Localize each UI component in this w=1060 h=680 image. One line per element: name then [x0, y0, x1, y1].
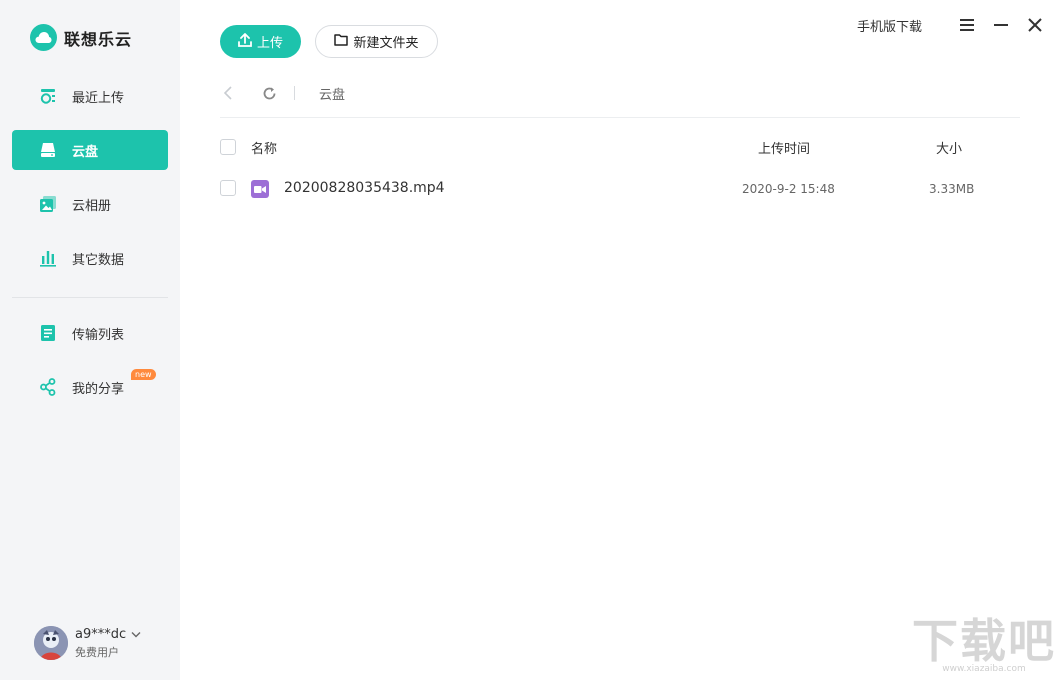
video-file-icon [251, 180, 269, 198]
new-folder-button[interactable]: 新建文件夹 [315, 25, 438, 58]
breadcrumb[interactable]: 云盘 [319, 84, 345, 103]
avatar[interactable] [34, 626, 68, 660]
sidebar-item-drive[interactable]: 云盘 [12, 130, 168, 170]
new-folder-label: 新建文件夹 [353, 36, 419, 51]
back-icon[interactable] [220, 85, 236, 101]
sidebar-item-album[interactable]: 云相册 [12, 184, 168, 224]
sidebar-item-label: 云相册 [72, 198, 112, 214]
sidebar-item-label: 其它数据 [72, 252, 125, 268]
sidebar-item-my-share[interactable]: 我的分享 new [12, 367, 168, 407]
sidebar-item-label: 我的分享 [72, 381, 125, 397]
watermark-text: 下载吧 [912, 614, 1056, 668]
file-size: 3.33MB [929, 182, 975, 196]
path-bar: 云盘 [220, 82, 345, 104]
column-header-size[interactable]: 大小 [936, 138, 962, 157]
mobile-download-link[interactable]: 手机版下载 [857, 16, 922, 35]
path-divider [294, 86, 295, 100]
user-name-row[interactable]: a9***dc [75, 627, 141, 642]
folder-icon [334, 33, 349, 50]
file-upload-time: 2020-9-2 15:48 [742, 182, 835, 196]
sidebar-item-label: 传输列表 [72, 327, 125, 343]
drive-icon [38, 140, 58, 160]
refresh-icon[interactable] [260, 84, 278, 102]
upload-icon [238, 32, 252, 51]
row-checkbox[interactable] [220, 180, 236, 196]
upload-button[interactable]: 上传 [220, 25, 301, 58]
window-controls: 手机版下载 [857, 14, 1046, 36]
sidebar-item-label: 最近上传 [72, 90, 125, 106]
share-icon [38, 377, 58, 397]
app-title: 联想乐云 [64, 29, 133, 49]
album-icon [38, 194, 58, 214]
cloud-logo-icon [30, 24, 57, 51]
watermark: 下载吧 www.xiazaiba.com [912, 618, 1056, 674]
sidebar-item-transfer-list[interactable]: 传输列表 [12, 313, 168, 353]
sidebar-divider [12, 297, 168, 298]
sidebar-item-label: 云盘 [72, 144, 99, 160]
sidebar: 联想乐云 最近上传 云盘 云相册 其它数据 传输列表 我的分享 new a9**… [0, 0, 180, 680]
column-header-name[interactable]: 名称 [251, 138, 277, 157]
user-profile[interactable]: a9***dc 免费用户 [34, 626, 141, 660]
close-icon[interactable] [1024, 14, 1046, 36]
new-badge: new [131, 369, 156, 380]
file-name[interactable]: 20200828035438.mp4 [284, 180, 445, 196]
select-all-checkbox[interactable] [220, 139, 236, 155]
user-tier: 免费用户 [75, 645, 119, 659]
sidebar-item-other-data[interactable]: 其它数据 [12, 238, 168, 278]
chevron-down-icon[interactable] [131, 627, 141, 642]
minimize-icon[interactable] [990, 14, 1012, 36]
header-divider [220, 117, 1020, 118]
menu-icon[interactable] [956, 14, 978, 36]
app-logo: 联想乐云 [30, 24, 132, 51]
user-name: a9***dc [75, 626, 127, 642]
chart-icon [38, 248, 58, 268]
upload-label: 上传 [256, 36, 283, 51]
table-row[interactable]: 20200828035438.mp4 2020-9-2 15:48 3.33MB [220, 170, 1020, 208]
column-header-upload-time[interactable]: 上传时间 [758, 138, 810, 157]
recent-upload-icon [38, 86, 58, 106]
sidebar-item-recent-upload[interactable]: 最近上传 [12, 76, 168, 116]
transfer-list-icon [38, 323, 58, 343]
